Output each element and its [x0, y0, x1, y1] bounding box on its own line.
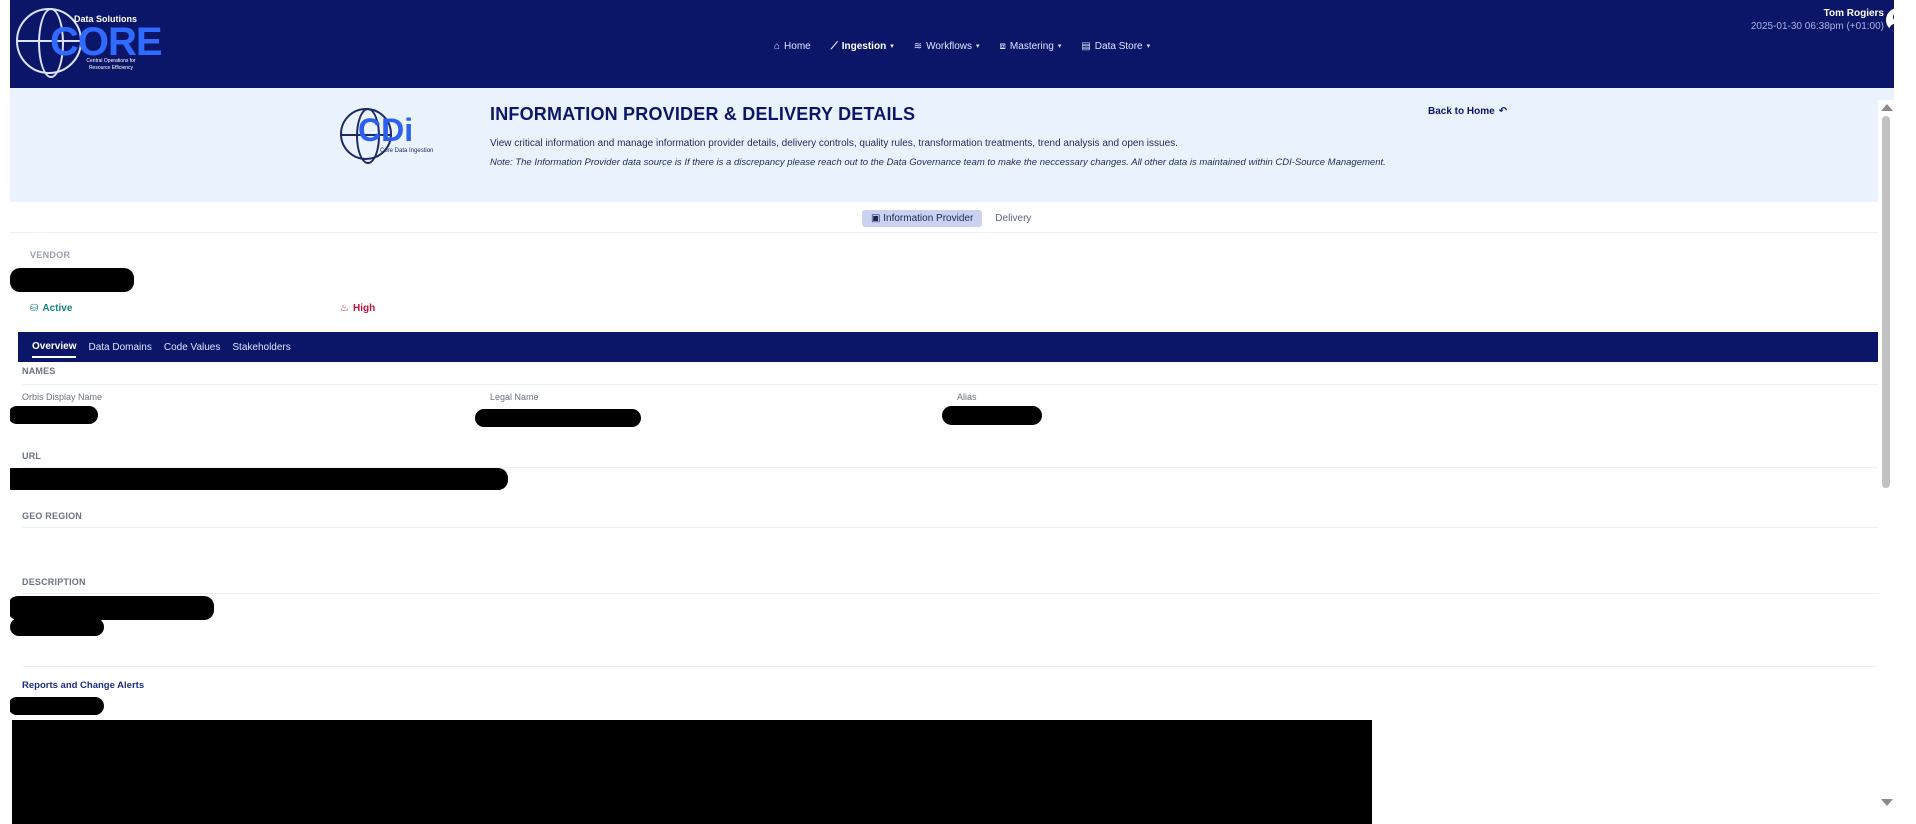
redacted-alias — [942, 406, 1042, 425]
nav-ingestion[interactable]: ⟋ Ingestion ▾ — [821, 38, 904, 54]
view-toggle: ▣ Information Provider Delivery — [862, 210, 1040, 227]
top-navigation-bar: CORE Data Solutions Central Operations f… — [10, 0, 1894, 88]
user-timestamp: 2025-01-30 06:38pm (+01:00) — [1750, 21, 1884, 32]
chevron-down-icon: ▾ — [1057, 43, 1062, 50]
user-info: Tom Rogiers 2025-01-30 06:38pm (+01:00) — [1751, 8, 1884, 32]
nav-mastering[interactable]: ⧈ Mastering ▾ — [990, 38, 1072, 54]
main-nav: ⌂ Home ⟋ Ingestion ▾ ≋ Workflows ▾ ⧈ Mas… — [764, 38, 1160, 54]
divider — [10, 232, 1894, 233]
redacted-vendor-name — [10, 268, 134, 292]
nav-label: Workflows — [926, 40, 973, 52]
legal-name-label: Legal Name — [490, 392, 539, 402]
logo-tagline: Central Operations for Resource Efficien… — [86, 58, 136, 71]
id-card-icon: ▣ — [871, 213, 884, 224]
back-label: Back to Home — [1428, 106, 1495, 117]
divider — [22, 593, 1878, 594]
reports-and-change-alerts-link[interactable]: Reports and Change Alerts — [22, 680, 144, 691]
scroll-down-arrow[interactable] — [1881, 799, 1893, 806]
toggle-label: Information Provider — [883, 213, 974, 224]
redacted-reports-line — [10, 697, 104, 715]
nav-data-store[interactable]: ▤ Data Store ▾ — [1071, 38, 1160, 54]
redacted-description-line-2 — [10, 618, 104, 636]
chevron-down-icon: ▾ — [890, 43, 894, 50]
nav-label: Ingestion — [841, 40, 887, 52]
undo-arrow-icon: ↶ — [1498, 106, 1508, 117]
workflows-icon: ≋ — [913, 40, 923, 52]
redacted-orbis-display-name — [10, 406, 98, 424]
chevron-down-icon: ▾ — [976, 43, 980, 50]
cdi-logo: CDi Core Data Ingestion — [340, 108, 440, 164]
redacted-description-line-1 — [10, 596, 214, 620]
geo-region-heading: GEO REGION — [22, 511, 83, 521]
cdi-subtitle: Core Data Ingestion — [380, 148, 434, 154]
divider — [22, 384, 1878, 385]
divider — [22, 527, 1878, 528]
scroll-up-arrow[interactable] — [1881, 104, 1893, 111]
cdi-brand: CDi — [358, 112, 414, 148]
priority-label: High — [352, 303, 376, 314]
data-store-icon: ▤ — [1081, 40, 1091, 52]
page-description: View critical information and manage inf… — [490, 138, 1178, 149]
nav-label: Home — [784, 40, 811, 52]
priority-badge: ♨ High — [340, 303, 375, 314]
home-icon: ⌂ — [774, 40, 781, 52]
nav-label: Data Store — [1094, 40, 1143, 52]
detail-tabs: Overview Data Domains Code Values Stakeh… — [18, 332, 1886, 362]
toggle-information-provider[interactable]: ▣ Information Provider — [862, 210, 983, 227]
page-scrollbar[interactable] — [1878, 100, 1894, 824]
core-logo[interactable]: CORE Data Solutions Central Operations f… — [16, 6, 163, 78]
status-label: Active — [42, 303, 73, 314]
user-name: Tom Rogiers — [1823, 8, 1884, 19]
status-badge: ⛁ Active — [30, 303, 72, 314]
redacted-reports-block — [12, 720, 1372, 824]
mastering-icon: ⧈ — [999, 40, 1006, 52]
alias-label: Alias — [957, 392, 977, 402]
tab-overview[interactable]: Overview — [32, 337, 77, 358]
back-to-home-button[interactable]: Back to Home ↶ — [1428, 106, 1507, 117]
nav-workflows[interactable]: ≋ Workflows ▾ — [904, 38, 990, 54]
description-heading: DESCRIPTION — [22, 577, 86, 587]
database-icon: ⛁ — [30, 303, 39, 314]
app-frame: CORE Data Solutions Central Operations f… — [10, 0, 1894, 824]
info-banner: CDi Core Data Ingestion INFORMATION PROV… — [10, 88, 1894, 202]
page-title: INFORMATION PROVIDER & DELIVERY DETAILS — [490, 104, 916, 124]
chevron-down-icon: ▾ — [1146, 43, 1151, 50]
redacted-url — [10, 468, 508, 490]
scroll-thumb[interactable] — [1882, 116, 1890, 488]
tab-data-domains[interactable]: Data Domains — [88, 338, 151, 357]
nav-home[interactable]: ⌂ Home — [764, 38, 821, 54]
tab-code-values[interactable]: Code Values — [164, 338, 221, 357]
avatar-icon[interactable] — [1886, 8, 1894, 32]
toggle-delivery[interactable]: Delivery — [986, 210, 1040, 227]
redacted-legal-name — [475, 409, 641, 427]
vendor-label: VENDOR — [30, 250, 71, 260]
nav-label: Mastering — [1009, 40, 1054, 52]
tab-stakeholders[interactable]: Stakeholders — [232, 338, 290, 357]
ingestion-icon: ⟋ — [830, 40, 838, 52]
flame-icon: ♨ — [340, 303, 349, 314]
orbis-display-name-label: Orbis Display Name — [22, 392, 103, 402]
divider — [22, 666, 1878, 667]
names-heading: NAMES — [22, 366, 56, 376]
page-note: Note: The Information Provider data sour… — [490, 157, 1386, 168]
url-heading: URL — [22, 451, 42, 461]
logo-top-text: Data Solutions — [74, 14, 138, 24]
